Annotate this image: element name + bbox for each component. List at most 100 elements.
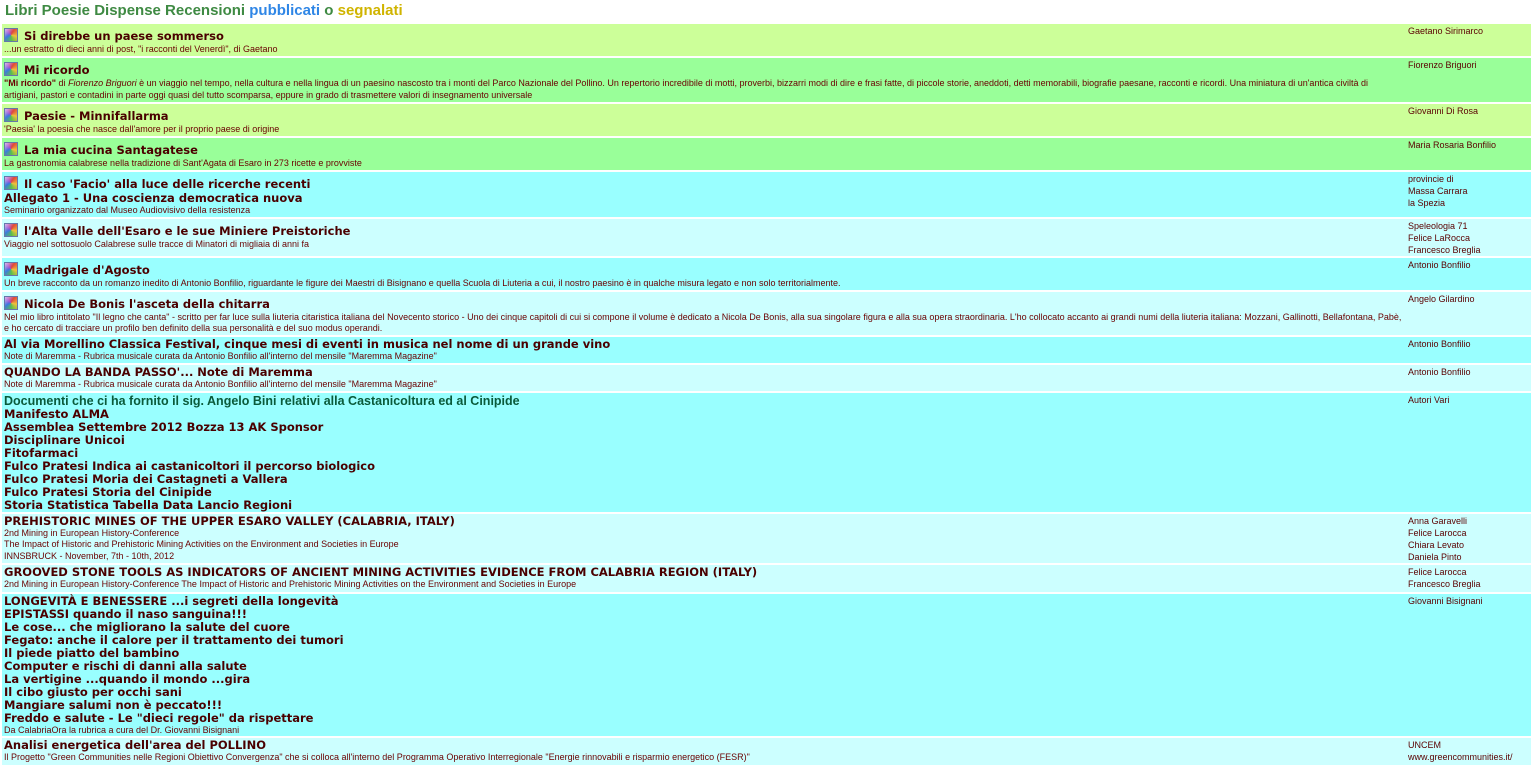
author-name: Antonio Bonfilio: [1408, 259, 1471, 270]
entry-attachment-link[interactable]: Allegato 1 - Una coscienza democratica n…: [4, 192, 1404, 205]
entry-description-line: 2nd Mining in European History-Conferenc…: [4, 527, 180, 538]
author-name: Chiara Levato: [1408, 539, 1465, 550]
document-link[interactable]: Fitofarmaci: [4, 446, 1404, 460]
book-icon[interactable]: [4, 295, 18, 310]
book-icon[interactable]: [4, 261, 18, 276]
author-website-link[interactable]: www.greencommunities.it/: [1408, 751, 1529, 763]
book-icon[interactable]: [4, 176, 18, 190]
table-row: l'Alta Valle dell'Esaro e le sue Miniere…: [2, 218, 1531, 256]
entry-authors: Giovanni Bisignani: [1406, 593, 1531, 736]
entry-authors: Angelo Gilardino: [1406, 291, 1531, 335]
author-name: Antonio Bonfilio: [1408, 366, 1471, 377]
entry-description: Il Progetto "Green Communities nelle Reg…: [4, 752, 750, 762]
document-link[interactable]: Storia Statistica Tabella Data Lancio Re…: [4, 498, 1404, 512]
author-name: Anna Garavelli: [1408, 515, 1468, 526]
entry-authors: Giovanni Di Rosa: [1406, 104, 1531, 136]
article-link[interactable]: Le cose... che migliorano la salute del …: [4, 620, 1404, 634]
entry-title-link[interactable]: Mi ricordo: [24, 63, 90, 77]
author-name: Felice Larocca: [1408, 527, 1467, 538]
entry-description: 2nd Mining in European History-Conferenc…: [4, 578, 577, 589]
entry-description: "Mi ricordo" di Fiorenzo Briguori è un v…: [4, 78, 1404, 101]
article-link[interactable]: EPISTASSI quando il naso sanguina!!!: [4, 607, 1404, 621]
author-name: Antonio Bonfilio: [1408, 338, 1471, 349]
entry-authors: Speleologia 71 Felice LaRocca Francesco …: [1406, 218, 1531, 256]
entry-description: Nel mio libro intitolato "Il legno che c…: [4, 311, 1402, 334]
document-link[interactable]: Assemblea Settembre 2012 Bozza 13 AK Spo…: [4, 420, 1404, 434]
description-text: è un viaggio nel tempo, nella cultura e …: [4, 78, 1368, 100]
author-name: Massa Carrara: [1408, 186, 1468, 196]
entry-authors: Maria Rosaria Bonfilio: [1406, 138, 1531, 170]
entry-authors: Antonio Bonfilio: [1406, 257, 1531, 290]
entry-authors: Felice Larocca Francesco Breglia: [1406, 564, 1531, 592]
table-row: Documenti che ci ha fornito il sig. Ange…: [2, 392, 1531, 512]
author-name: Speleologia 71: [1408, 220, 1468, 231]
book-icon[interactable]: [4, 108, 18, 122]
entry-authors: Gaetano Sirimarco: [1406, 24, 1531, 56]
book-icon[interactable]: [4, 142, 18, 156]
book-icon[interactable]: [4, 28, 18, 42]
author-name: la Spezia: [1408, 198, 1446, 208]
page-title-reported-link[interactable]: segnalati: [338, 2, 403, 19]
entry-authors: UNCEM www.greencommunities.it/: [1406, 738, 1531, 765]
author-name: Maria Rosaria Bonfilio: [1408, 140, 1497, 150]
publications-table: Si direbbe un paese sommerso ...un estra…: [2, 22, 1531, 767]
entry-title-link[interactable]: QUANDO LA BANDA PASSO'... Note di Maremm…: [4, 365, 1404, 379]
table-row: Analisi energetica dell'area del POLLINO…: [2, 738, 1531, 765]
entry-title-link[interactable]: Al via Morellino Classica Festival, cinq…: [4, 337, 1404, 351]
article-link[interactable]: Fegato: anche il calore per il trattamen…: [4, 633, 1404, 647]
article-link[interactable]: LONGEVITÀ E BENESSERE ...i segreti della…: [4, 594, 1404, 608]
book-icon[interactable]: [4, 62, 18, 76]
article-link[interactable]: Mangiare salumi non è peccato!!!: [4, 698, 1404, 712]
description-author: Fiorenzo Briguori: [68, 78, 137, 88]
entry-title-link[interactable]: GROOVED STONE TOOLS AS INDICATORS OF ANC…: [4, 565, 1404, 579]
entry-title-link[interactable]: Madrigale d'Agosto: [24, 263, 150, 277]
entry-authors: Fiorenzo Briguori: [1406, 58, 1531, 102]
author-name: provincie di: [1408, 174, 1454, 184]
author-name: UNCEM: [1408, 740, 1441, 750]
article-link[interactable]: Il cibo giusto per occhi sani: [4, 685, 1404, 699]
entry-description: La gastronomia calabrese nella tradizion…: [4, 158, 362, 168]
author-name: Francesco Breglia: [1408, 244, 1481, 255]
entry-title-link[interactable]: Paesie - Minnifallarma: [24, 109, 169, 123]
entry-title-link[interactable]: Il caso 'Facio' alla luce delle ricerche…: [24, 177, 311, 191]
article-link[interactable]: Freddo e salute - Le "dieci regole" da r…: [4, 711, 1404, 725]
table-row: Mi ricordo "Mi ricordo" di Fiorenzo Brig…: [2, 58, 1531, 102]
page-title-or: o: [324, 2, 334, 19]
entry-description: Note di Maremma - Rubrica musicale curat…: [4, 350, 437, 361]
table-row: Il caso 'Facio' alla luce delle ricerche…: [2, 172, 1531, 217]
author-name: Francesco Breglia: [1408, 578, 1481, 589]
entry-title-link[interactable]: Nicola De Bonis l'asceta della chitarra: [24, 297, 270, 311]
entry-title-link[interactable]: l'Alta Valle dell'Esaro e le sue Miniere…: [24, 224, 350, 238]
entry-authors: Antonio Bonfilio: [1406, 364, 1531, 391]
page-title-main: Libri Poesie Dispense Recensioni: [5, 2, 246, 19]
article-link[interactable]: Computer e rischi di danni alla salute: [4, 659, 1404, 673]
document-link[interactable]: Manifesto ALMA: [4, 407, 1404, 421]
document-link[interactable]: Fulco Pratesi Indica ai castanicoltori i…: [4, 459, 1404, 473]
table-row: QUANDO LA BANDA PASSO'... Note di Maremm…: [2, 364, 1531, 391]
entry-title-link[interactable]: PREHISTORIC MINES OF THE UPPER ESARO VAL…: [4, 514, 1404, 528]
description-di: di: [56, 78, 69, 88]
entry-title-link[interactable]: La mia cucina Santagatese: [24, 143, 198, 157]
entry-description: 'Paesia' la poesia che nasce dall'amore …: [4, 124, 280, 134]
table-row: Madrigale d'Agosto Un breve racconto da …: [2, 257, 1531, 290]
table-row: Nicola De Bonis l'asceta della chitarra …: [2, 291, 1531, 335]
book-icon[interactable]: [4, 222, 18, 237]
author-name: Angelo Gilardino: [1408, 293, 1475, 304]
document-link[interactable]: Disciplinare Unicoi: [4, 433, 1404, 447]
entry-authors: Anna Garavelli Felice Larocca Chiara Lev…: [1406, 513, 1531, 563]
entry-description: ...un estratto di dieci anni di post, "i…: [4, 44, 278, 54]
entry-description-line: The Impact of Historic and Prehistoric M…: [4, 539, 399, 549]
entry-description-line: INNSBRUCK - November, 7th - 10th, 2012: [4, 550, 175, 561]
article-link[interactable]: La vertigine ...quando il mondo ...gira: [4, 672, 1404, 686]
author-name: Felice Larocca: [1408, 566, 1467, 577]
entry-title-link[interactable]: Analisi energetica dell'area del POLLINO: [4, 739, 1404, 752]
author-name: Gaetano Sirimarco: [1408, 26, 1484, 36]
page-title-published-link[interactable]: pubblicati: [249, 2, 320, 19]
entry-title-link[interactable]: Si direbbe un paese sommerso: [24, 29, 224, 43]
document-link[interactable]: Fulco Pratesi Storia del Cinipide: [4, 485, 1404, 499]
entry-description: Da CalabriaOra la rubrica a cura del Dr.…: [4, 724, 240, 735]
article-link[interactable]: Il piede piatto del bambino: [4, 646, 1404, 660]
description-quote: "Mi ricordo": [4, 78, 57, 88]
document-link[interactable]: Fulco Pratesi Moria dei Castagneti a Val…: [4, 472, 1404, 486]
entry-description: Seminario organizzato dal Museo Audiovis…: [4, 205, 251, 215]
